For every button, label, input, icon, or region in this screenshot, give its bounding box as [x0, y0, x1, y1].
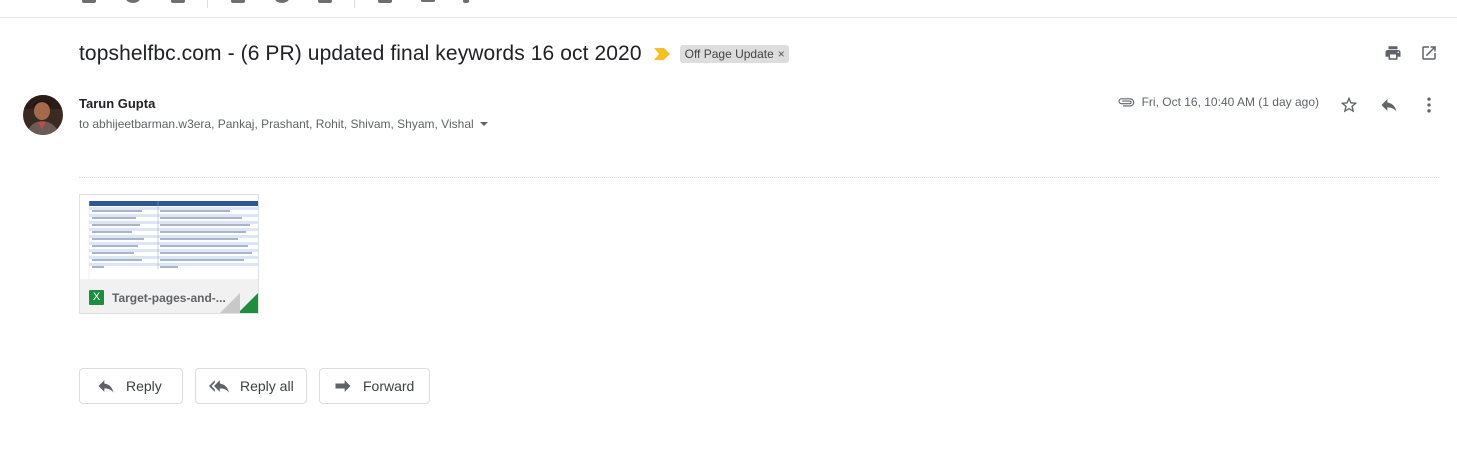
add-task-icon[interactable] [318, 0, 332, 3]
remove-label-icon[interactable]: × [778, 47, 785, 61]
reply-icon[interactable] [1379, 95, 1399, 115]
reply-icon [98, 380, 114, 393]
mark-unread-icon[interactable] [231, 0, 245, 3]
reply-button[interactable]: Reply [79, 368, 183, 404]
spreadsheet-preview-image [88, 201, 258, 279]
show-details-chevron-down-icon[interactable] [479, 122, 488, 126]
spreadsheet-thumbnail [80, 195, 258, 279]
print-icon[interactable] [1384, 44, 1402, 62]
reply-all-button[interactable]: Reply all [195, 368, 307, 404]
attachment-card[interactable]: X Target-pages-and-... [79, 194, 259, 314]
recipients-line: to abhijeetbarman.w3era, Pankaj, Prashan… [79, 117, 488, 131]
toolbar-separator [354, 0, 355, 8]
move-to-icon[interactable] [378, 0, 392, 3]
snooze-icon[interactable] [275, 0, 289, 3]
label-chip[interactable]: Off Page Update × [679, 45, 789, 63]
sender-avatar[interactable] [23, 95, 63, 135]
message-date: Fri, Oct 16, 10:40 AM (1 day ago) [1141, 95, 1319, 109]
recipients-text: to abhijeetbarman.w3era, Pankaj, Prashan… [79, 117, 474, 131]
file-corner-fold-icon [220, 293, 258, 313]
message-meta: Fri, Oct 16, 10:40 AM (1 day ago) [1117, 95, 1319, 109]
attachment-paperclip-icon [1118, 98, 1134, 107]
email-subject: topshelfbc.com - (6 PR) updated final ke… [79, 42, 642, 65]
attachment-filename: Target-pages-and-... [112, 291, 226, 305]
excel-file-icon: X [89, 290, 104, 305]
sender-name[interactable]: Tarun Gupta [79, 96, 155, 111]
delete-icon[interactable] [171, 0, 185, 3]
spam-icon[interactable] [126, 0, 140, 3]
forward-button[interactable]: Forward [319, 368, 430, 404]
subject-row: topshelfbc.com - (6 PR) updated final ke… [79, 40, 789, 68]
toolbar-separator [207, 0, 208, 8]
reply-all-icon [209, 380, 229, 393]
more-options-icon[interactable] [1419, 95, 1439, 115]
back-arrow-icon[interactable] [30, 0, 38, 3]
forward-button-label: Forward [363, 378, 415, 394]
label-text: Off Page Update [684, 47, 774, 61]
reply-all-button-label: Reply all [240, 378, 294, 394]
star-icon[interactable] [1339, 95, 1359, 115]
labels-icon[interactable] [421, 0, 435, 2]
more-icon[interactable] [463, 0, 469, 3]
importance-marker-icon[interactable] [653, 48, 670, 60]
archive-icon[interactable] [82, 0, 96, 3]
attachments-divider [79, 177, 1439, 178]
toolbar [0, 0, 1457, 18]
forward-icon [335, 380, 351, 392]
reply-button-label: Reply [126, 378, 162, 394]
open-in-new-window-icon[interactable] [1420, 44, 1438, 62]
